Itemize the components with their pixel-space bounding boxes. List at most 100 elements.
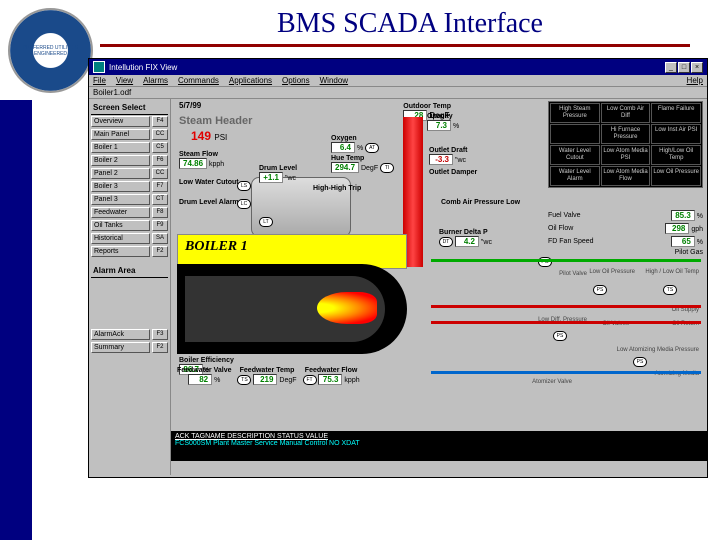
fkey-CC[interactable]: CC xyxy=(152,129,168,140)
summary-fkey[interactable]: F2 xyxy=(152,342,168,353)
menu-file[interactable]: File xyxy=(93,76,106,85)
fkey-F2[interactable]: F2 xyxy=(152,246,168,257)
boiler-name: BOILER 1 xyxy=(185,239,248,255)
slide-title: BMS SCADA Interface xyxy=(100,0,720,44)
minimize-button[interactable]: _ xyxy=(665,62,677,73)
feedwater-row: Feedwater Valve82 % Feedwater TempTS 219… xyxy=(177,367,360,385)
alarm-log: ACK TAGNAME DESCRIPTION STATUS VALUE FCS… xyxy=(171,431,707,461)
status-cell: Water Level Cutout xyxy=(550,145,600,165)
fkey-F7[interactable]: F7 xyxy=(152,181,168,192)
scada-window: Intellution FIX View _ □ × File View Ala… xyxy=(88,58,708,478)
oil-return-pipe xyxy=(431,321,701,324)
fkey-C5[interactable]: C5 xyxy=(152,142,168,153)
high-high-trip: High-High Trip xyxy=(313,185,361,192)
alarm-area-header: Alarm Area xyxy=(91,264,168,278)
lc-sensor-icon: LC xyxy=(237,199,251,209)
oil-supply-pipe xyxy=(431,305,701,308)
nav-panel-2[interactable]: Panel 2 xyxy=(91,168,150,179)
ps-sensor-icon: PS xyxy=(593,285,607,295)
fkey-F4[interactable]: F4 xyxy=(152,116,168,127)
nav-boiler-2[interactable]: Boiler 2 xyxy=(91,155,150,166)
oxygen: Oxygen 6.4 % AT xyxy=(331,135,379,153)
boiler-body-graphic xyxy=(177,264,407,354)
atom-valve-label: Atomizer Valve xyxy=(532,379,572,385)
pilot-valve-label: Pilot Valve xyxy=(559,271,587,277)
right-readings: Fuel Valve85.3 % Oil Flow298 gph FD Fan … xyxy=(548,209,703,257)
flame-icon xyxy=(317,292,377,324)
fkey-F8[interactable]: F8 xyxy=(152,207,168,218)
fkey-F9[interactable]: F9 xyxy=(152,220,168,231)
brand-logo: PREFERRED UTILITIES ENGINEERED xyxy=(8,8,93,93)
nav-reports[interactable]: Reports xyxy=(91,246,150,257)
pilot-gas-pipe xyxy=(431,259,701,262)
status-cell xyxy=(550,124,600,144)
ps2-sensor-icon: PS xyxy=(553,331,567,341)
alarm-ack-fkey[interactable]: F3 xyxy=(152,329,168,340)
steam-flow: Steam Flow 74.86 kpph xyxy=(179,151,224,169)
high-low-oil-temp-label: High / Low Oil Temp xyxy=(645,269,699,275)
nav-boiler-1[interactable]: Boiler 1 xyxy=(91,142,150,153)
status-bar xyxy=(171,461,707,475)
ts-sensor-icon: TS xyxy=(663,285,677,295)
titlebar: Intellution FIX View _ □ × xyxy=(89,59,707,75)
menu-help[interactable]: Help xyxy=(687,76,703,85)
status-cell: High Steam Pressure xyxy=(550,103,600,123)
steam-pressure-value: 149 PSI xyxy=(191,129,227,143)
fkey-SA[interactable]: SA xyxy=(152,233,168,244)
low-atom-label: Low Atomizing Media Pressure xyxy=(617,347,699,353)
opacity: Opacity 7.3 % xyxy=(427,113,459,131)
status-cell: Low Atom Media Flow xyxy=(601,166,651,186)
app-icon xyxy=(93,61,105,73)
low-water-cutout: Low Water Cutout xyxy=(179,179,239,186)
lt-sensor-icon: LT xyxy=(259,217,273,227)
close-button[interactable]: × xyxy=(691,62,703,73)
status-cell: Low Atom Media PSI xyxy=(601,145,651,165)
menu-view[interactable]: View xyxy=(116,76,133,85)
status-cell: Hi Furnace Pressure xyxy=(601,124,651,144)
low-oil-pressure-label: Low Oil Pressure xyxy=(589,269,635,275)
fkey-CT[interactable]: CT xyxy=(152,194,168,205)
alarm-ack-button[interactable]: AlarmAck xyxy=(91,329,150,340)
menu-applications[interactable]: Applications xyxy=(229,76,272,85)
menu-commands[interactable]: Commands xyxy=(178,76,219,85)
status-cell: Low Oil Pressure xyxy=(651,166,701,186)
left-panel: Screen Select OverviewF4Main PanelCCBoil… xyxy=(89,99,171,475)
menu-alarms[interactable]: Alarms xyxy=(143,76,168,85)
nav-boiler-3[interactable]: Boiler 3 xyxy=(91,181,150,192)
ls-sensor-icon: LS xyxy=(237,181,251,191)
nav-main-panel[interactable]: Main Panel xyxy=(91,129,150,140)
drum-level-alarm: Drum Level Alarm xyxy=(179,199,239,206)
fkey-F6[interactable]: F6 xyxy=(152,155,168,166)
outlet-draft: Outlet Draft -3.3 "wc xyxy=(429,147,468,165)
mimic-area: 5/7/99 Outdoor Temp 28 DegF 11:54:04 AM … xyxy=(171,99,707,475)
slide-sidebar xyxy=(0,100,32,540)
steam-header-label: Steam Header xyxy=(179,115,252,127)
nav-oil-tanks[interactable]: Oil Tanks xyxy=(91,220,150,231)
menu-window[interactable]: Window xyxy=(320,76,348,85)
status-cell: Flame Failure xyxy=(651,103,701,123)
nav-feedwater[interactable]: Feedwater xyxy=(91,207,150,218)
menubar: File View Alarms Commands Applications O… xyxy=(89,75,707,87)
burner-delta-p: Burner Delta P DT 4.2 "wc xyxy=(439,229,492,247)
menu-options[interactable]: Options xyxy=(282,76,310,85)
status-grid: High Steam PressureLow Comb Air DiffFlam… xyxy=(548,101,703,188)
status-cell: Low Inst Air PSI xyxy=(651,124,701,144)
atom-media-pipe xyxy=(431,371,701,374)
screen-select-header: Screen Select xyxy=(91,101,168,115)
nav-historical[interactable]: Historical xyxy=(91,233,150,244)
status-cell: Low Comb Air Diff xyxy=(601,103,651,123)
ps3-sensor-icon: PS xyxy=(633,357,647,367)
drum-level: Drum Level +1.1 "wc xyxy=(259,165,297,183)
maximize-button[interactable]: □ xyxy=(678,62,690,73)
nav-panel-3[interactable]: Panel 3 xyxy=(91,194,150,205)
summary-button[interactable]: Summary xyxy=(91,342,150,353)
comb-air: Comb Air Pressure Low xyxy=(441,199,520,207)
fkey-CC[interactable]: CC xyxy=(152,168,168,179)
nav-overview[interactable]: Overview xyxy=(91,116,150,127)
title-rule xyxy=(100,44,690,47)
window-title: Intellution FIX View xyxy=(109,63,177,72)
document-title: Boiler1.odf xyxy=(89,87,707,99)
status-cell: High/Low Oil Temp xyxy=(651,145,701,165)
status-cell: Water Level Alarm xyxy=(550,166,600,186)
outlet-damper: Outlet Damper xyxy=(429,169,477,176)
